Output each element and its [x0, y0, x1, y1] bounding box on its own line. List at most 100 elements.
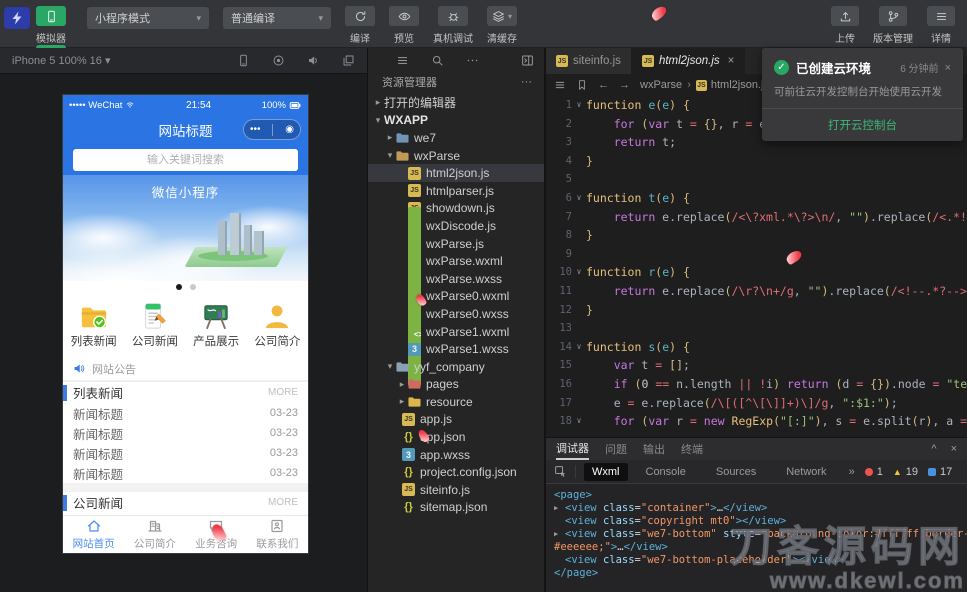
toolbar-details-button[interactable]: 详情 [927, 6, 955, 45]
tree-item[interactable]: 3wxParse0.wxss [368, 305, 544, 323]
compile-select[interactable]: 普通编译 ▾ [223, 7, 331, 29]
debugger-tab-输出[interactable]: 输出 [643, 438, 665, 460]
tree-item[interactable]: JS html2json.js [368, 164, 544, 182]
menu-icon[interactable] [396, 54, 409, 67]
open-cloud-console-link[interactable]: 打开云控制台 [774, 109, 951, 133]
debugger-tab-问题[interactable]: 问题 [605, 438, 627, 460]
tree-item[interactable]: <>wxParse0.wxml [368, 242, 544, 351]
bookmark-icon[interactable] [576, 79, 588, 91]
device-icon[interactable] [237, 54, 250, 67]
wxml-line[interactable]: <view class="copyright mt0"></view> [554, 515, 967, 528]
code-area[interactable]: 1 ∨ function e(e) {2 for (var t = {}, r = … [546, 96, 967, 437]
tree-item[interactable]: {} project.config.json [368, 463, 544, 481]
tree-item[interactable]: 3wxParse.wxss [368, 270, 544, 288]
news-row[interactable]: 新闻标题 03-23 [63, 443, 308, 463]
toolbar-remote-debug-button[interactable]: 真机调试 [433, 6, 473, 45]
fold-arrow-icon[interactable]: ∨ [572, 263, 586, 282]
toolbar-simulator-button[interactable]: 模拟器 [36, 6, 66, 45]
toolbar-version-button[interactable]: 版本管理 [873, 6, 913, 45]
tree-item[interactable]: ▸ resource [368, 393, 544, 411]
breadcrumb-segment[interactable]: JS html2json.js [695, 79, 769, 91]
wxml-line[interactable]: <page> [554, 489, 967, 502]
grid-item-doc[interactable]: 公司新闻 [124, 302, 185, 349]
issue-counts[interactable]: 1 ▲ 19 17 [864, 466, 959, 478]
tabbar-item-home[interactable]: 网站首页 [63, 516, 124, 553]
tabbar-item-contact[interactable]: 联系我们 [247, 516, 308, 553]
toolbar-preview-button[interactable]: 预览 [389, 6, 419, 45]
banner-slide[interactable]: 微信小程序 [63, 175, 308, 281]
tree-item[interactable]: ▾ WXAPP [368, 112, 544, 130]
search-input[interactable] [73, 149, 298, 171]
tree-item[interactable]: JSshowdown.js [368, 200, 544, 218]
tabbar-item-building[interactable]: 公司简介 [124, 516, 185, 553]
grid-item-person[interactable]: 公司简介 [247, 302, 308, 349]
tree-item[interactable]: ▾ yyf_company [368, 358, 544, 376]
more-link[interactable]: MORE [268, 387, 298, 398]
record-icon[interactable] [272, 54, 285, 67]
explorer-more-icon[interactable]: ··· [521, 76, 532, 88]
expand-arrow-icon[interactable]: ▶ [554, 502, 565, 515]
devtools-tab-Sources[interactable]: Sources [708, 463, 764, 481]
wxml-line[interactable]: </page> [554, 567, 967, 580]
forward-arrow-icon[interactable]: → [619, 79, 630, 91]
notice-row[interactable]: 网站公告 [63, 357, 308, 381]
debugger-tab-调试器[interactable]: 调试器 [556, 438, 589, 460]
toolbar-clear-cache-button[interactable]: ▾ 清缓存 [487, 6, 517, 45]
close-icon[interactable]: × [728, 55, 735, 67]
collapse-panel-icon[interactable]: ^ [931, 443, 936, 455]
capsule-target-icon[interactable]: ◉ [285, 124, 294, 135]
tree-item[interactable]: JSwxDiscode.js [368, 217, 544, 235]
tree-item[interactable]: ▸ 打开的编辑器 [368, 94, 544, 112]
editor-tab[interactable]: JS html2json.js × [631, 48, 746, 74]
tree-item[interactable]: JS htmlparser.js [368, 182, 544, 200]
news-row[interactable]: 新闻标题 03-23 [63, 423, 308, 443]
devtools-tab-Network[interactable]: Network [778, 463, 834, 481]
close-panel-icon[interactable]: × [951, 443, 957, 455]
capsule-menu[interactable]: ••• ◉ [243, 119, 301, 140]
wxml-line[interactable]: ▶ <view class="container">…</view> [554, 502, 967, 515]
fold-arrow-icon[interactable]: ∨ [572, 338, 586, 357]
wxml-line[interactable]: <view class="we7-bottom-placeholder"></v… [554, 554, 967, 567]
debugger-tab-终端[interactable]: 终端 [681, 438, 703, 460]
fold-arrow-icon[interactable]: ∨ [572, 412, 586, 431]
more-dots-icon[interactable]: ••• [250, 124, 261, 135]
grid-item-folder-check[interactable]: 列表新闻 [63, 302, 124, 349]
editor-tab[interactable]: JS siteinfo.js [546, 48, 632, 74]
tree-item[interactable]: JSwxParse.js [368, 235, 544, 253]
fold-arrow-icon[interactable]: ∨ [572, 189, 586, 208]
devtools-tab-Console[interactable]: Console [638, 463, 694, 481]
collapse-icon[interactable] [521, 54, 534, 67]
tree-item[interactable]: <>wxParse.wxml [368, 207, 544, 316]
tree-item[interactable]: 3 wxParse1.wxss [368, 340, 544, 358]
tree-item[interactable]: JS app.js [368, 411, 544, 429]
menu-icon[interactable] [554, 79, 566, 91]
expand-arrow-icon[interactable]: ▶ [554, 528, 565, 541]
dot-inactive[interactable] [189, 284, 196, 290]
search-icon[interactable] [431, 54, 444, 67]
tree-item[interactable]: 3 app.wxss [368, 446, 544, 464]
wxml-line[interactable]: #eeeeee;">…</view> [554, 541, 967, 554]
tree-item[interactable]: ▾ wxParse [368, 147, 544, 165]
device-selector[interactable]: iPhone 5 100% 16 ▾ [12, 54, 111, 67]
toast-close-icon[interactable]: × [945, 62, 951, 74]
wxml-tree[interactable]: <page> ▶ <view class="container">…</view> <… [546, 484, 967, 592]
mode-select[interactable]: 小程序模式 ▾ [87, 7, 209, 29]
devtools-tab-Wxml[interactable]: Wxml [584, 462, 628, 481]
more-link[interactable]: MORE [268, 497, 298, 508]
inspect-icon[interactable] [554, 465, 576, 478]
toolbar-compile-button[interactable]: 编译 [345, 6, 375, 45]
fold-arrow-icon[interactable]: ∨ [572, 96, 586, 115]
news-row[interactable]: 新闻标题 03-23 [63, 463, 308, 483]
toolbar-upload-button[interactable]: 上传 [831, 6, 859, 45]
tree-item[interactable]: {} sitemap.json [368, 499, 544, 517]
breadcrumb-segment[interactable]: wxParse [640, 79, 682, 91]
overflow-chevron[interactable]: » [849, 466, 855, 478]
tree-item[interactable]: {} app.json [368, 428, 544, 446]
news-row[interactable]: 新闻标题 03-23 [63, 403, 308, 423]
back-arrow-icon[interactable]: ← [598, 79, 609, 91]
tree-item[interactable]: ▸ pages [368, 376, 544, 394]
grid-item-board[interactable]: 产品展示 [186, 302, 247, 349]
tree-item[interactable]: ▸ we7 [368, 129, 544, 147]
devtools-logo-icon[interactable] [4, 7, 30, 29]
tree-item[interactable]: <>wxParse1.wxml [368, 277, 544, 386]
